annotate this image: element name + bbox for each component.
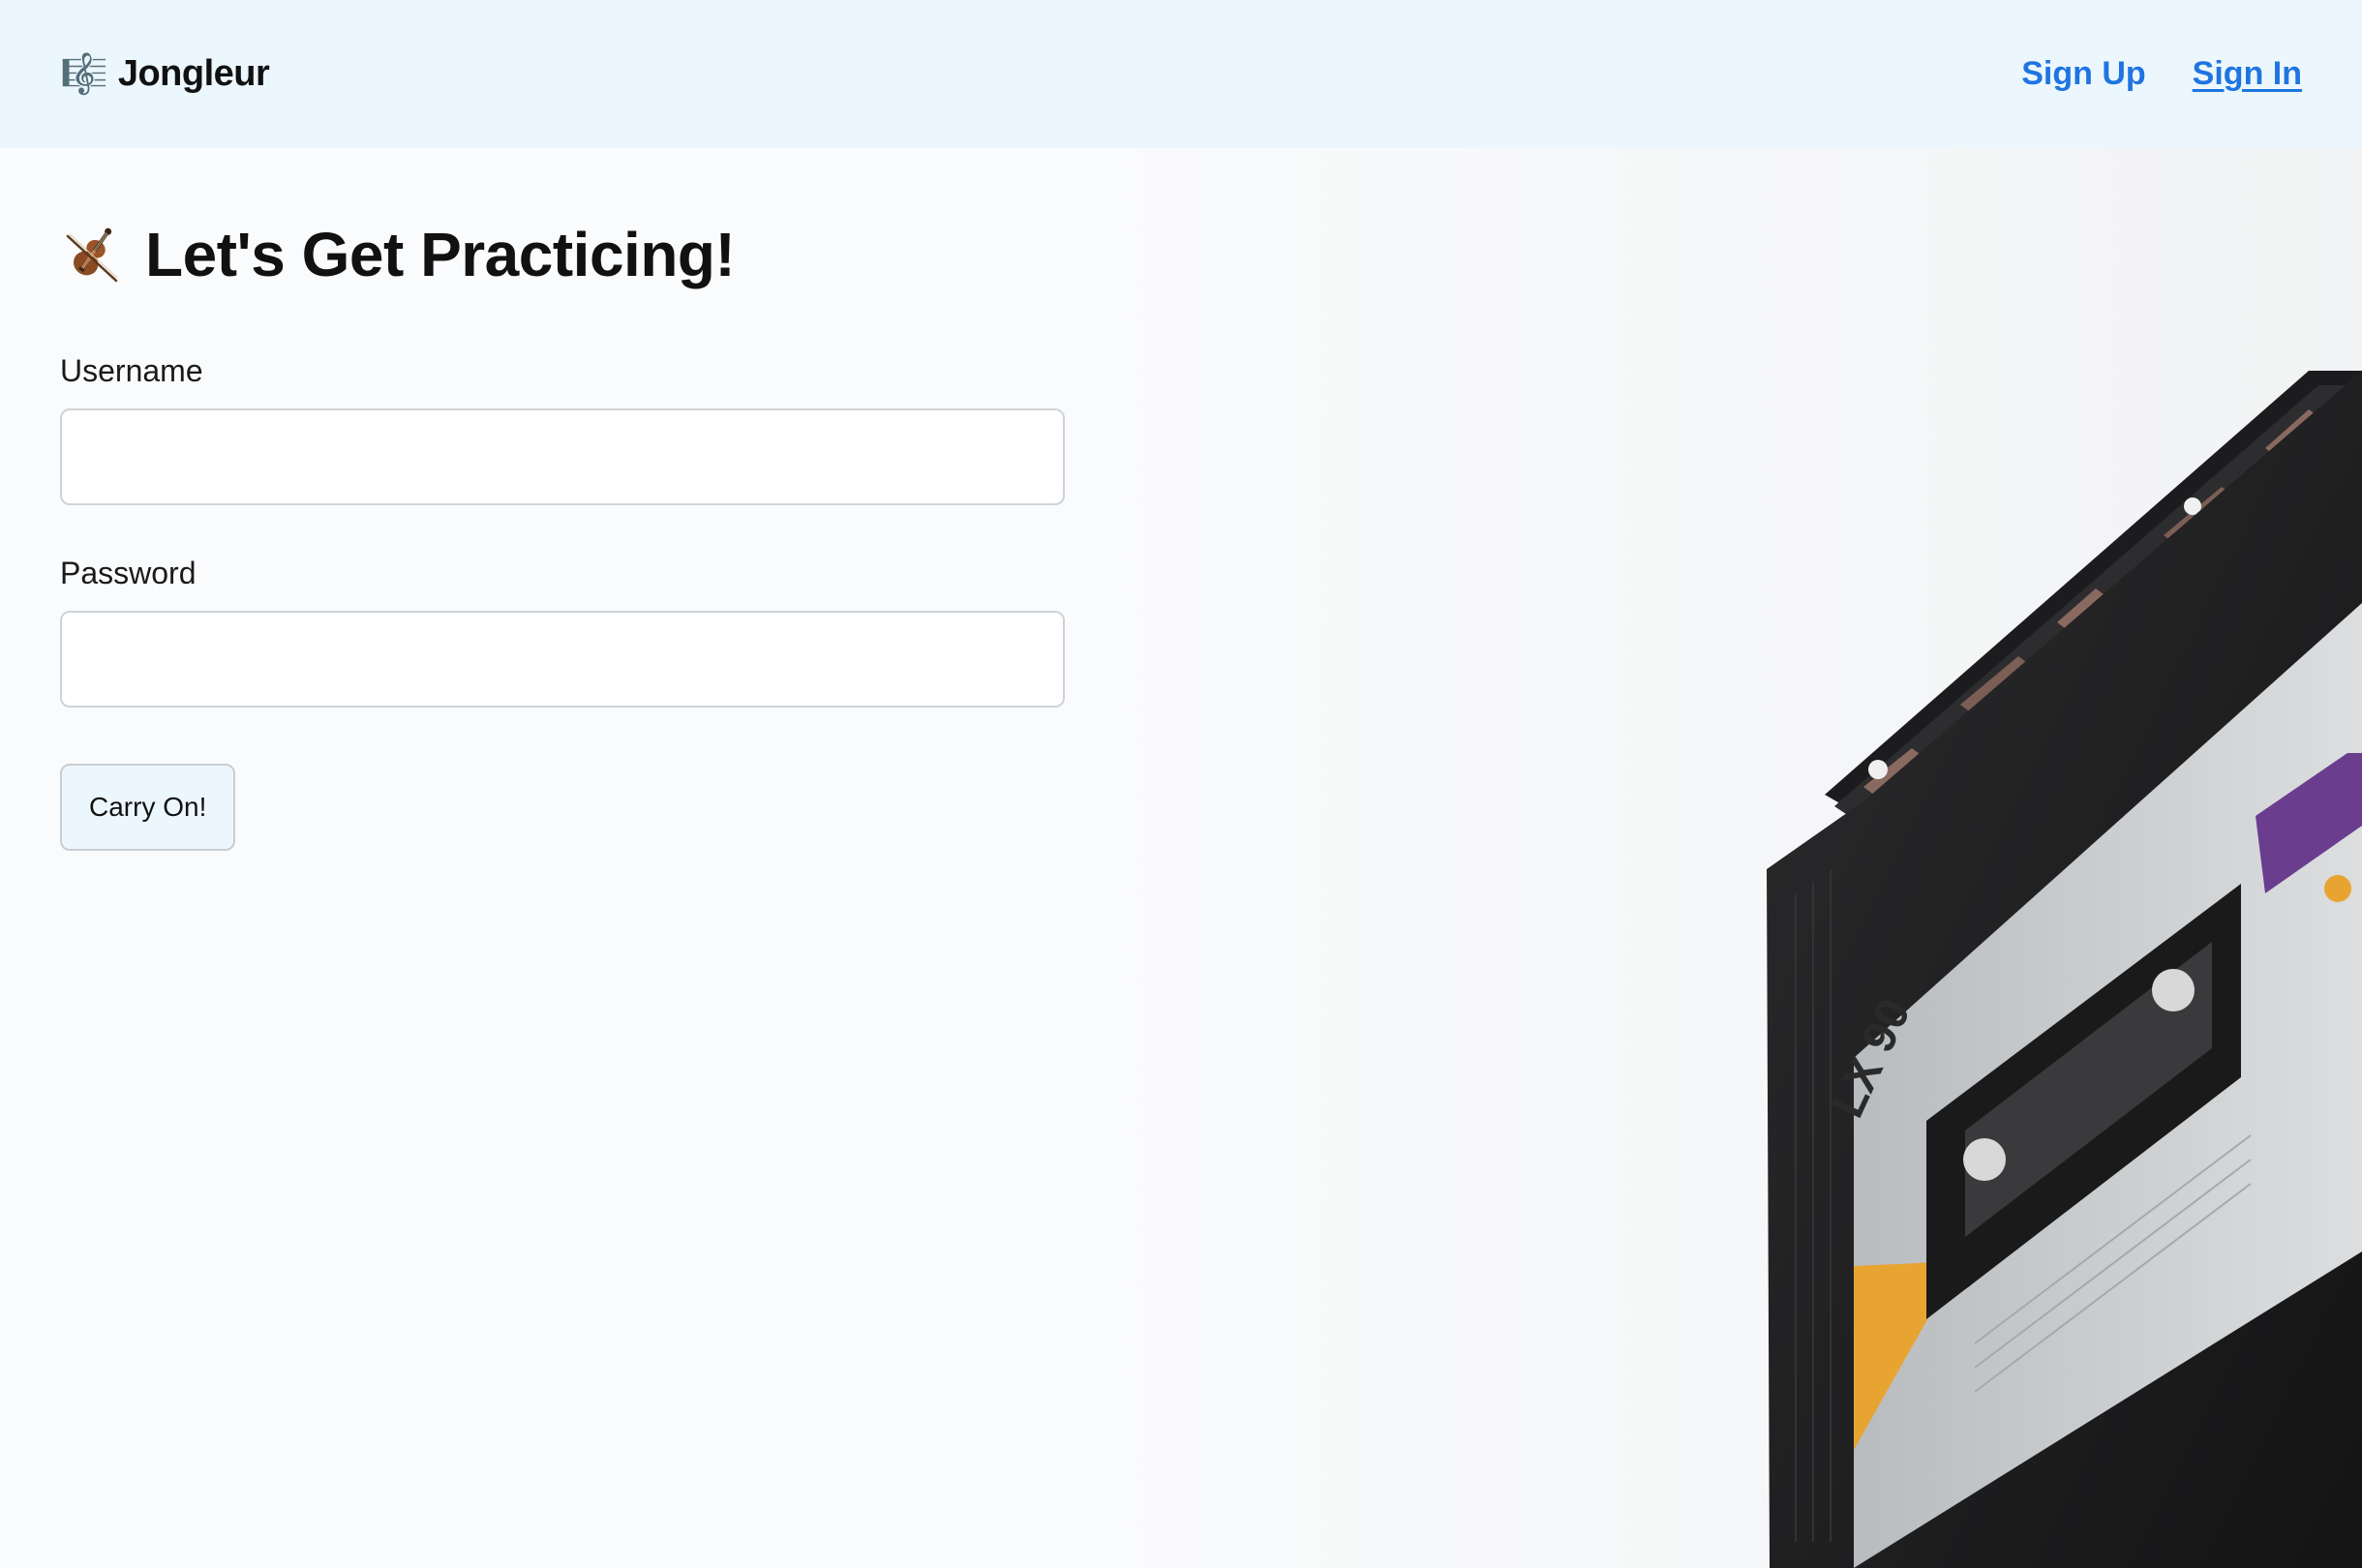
cassette-photo: LX 90 [1089, 148, 2362, 1568]
sign-up-link[interactable]: Sign Up [2021, 55, 2145, 93]
brand[interactable]: 🎼 Jongleur [60, 52, 270, 96]
login-panel: Let's Get Practicing! Username Password … [60, 148, 1067, 851]
brand-name: Jongleur [117, 53, 270, 94]
username-input[interactable] [60, 408, 1065, 505]
music-score-icon: 🎼 [60, 52, 108, 96]
carry-on-button[interactable]: Carry On! [60, 764, 236, 851]
sign-in-link[interactable]: Sign In [2193, 55, 2302, 93]
password-input[interactable] [60, 611, 1065, 708]
username-label: Username [60, 353, 203, 388]
page-heading: Let's Get Practicing! [60, 216, 1067, 293]
top-navbar: 🎼 Jongleur Sign Up Sign In [0, 0, 2362, 148]
cassette-tape-image: LX 90 [1089, 148, 2362, 1568]
page-title: Let's Get Practicing! [145, 220, 736, 289]
password-label: Password [60, 556, 197, 590]
auth-nav: Sign Up Sign In [2021, 55, 2302, 93]
violin-icon [66, 227, 118, 283]
